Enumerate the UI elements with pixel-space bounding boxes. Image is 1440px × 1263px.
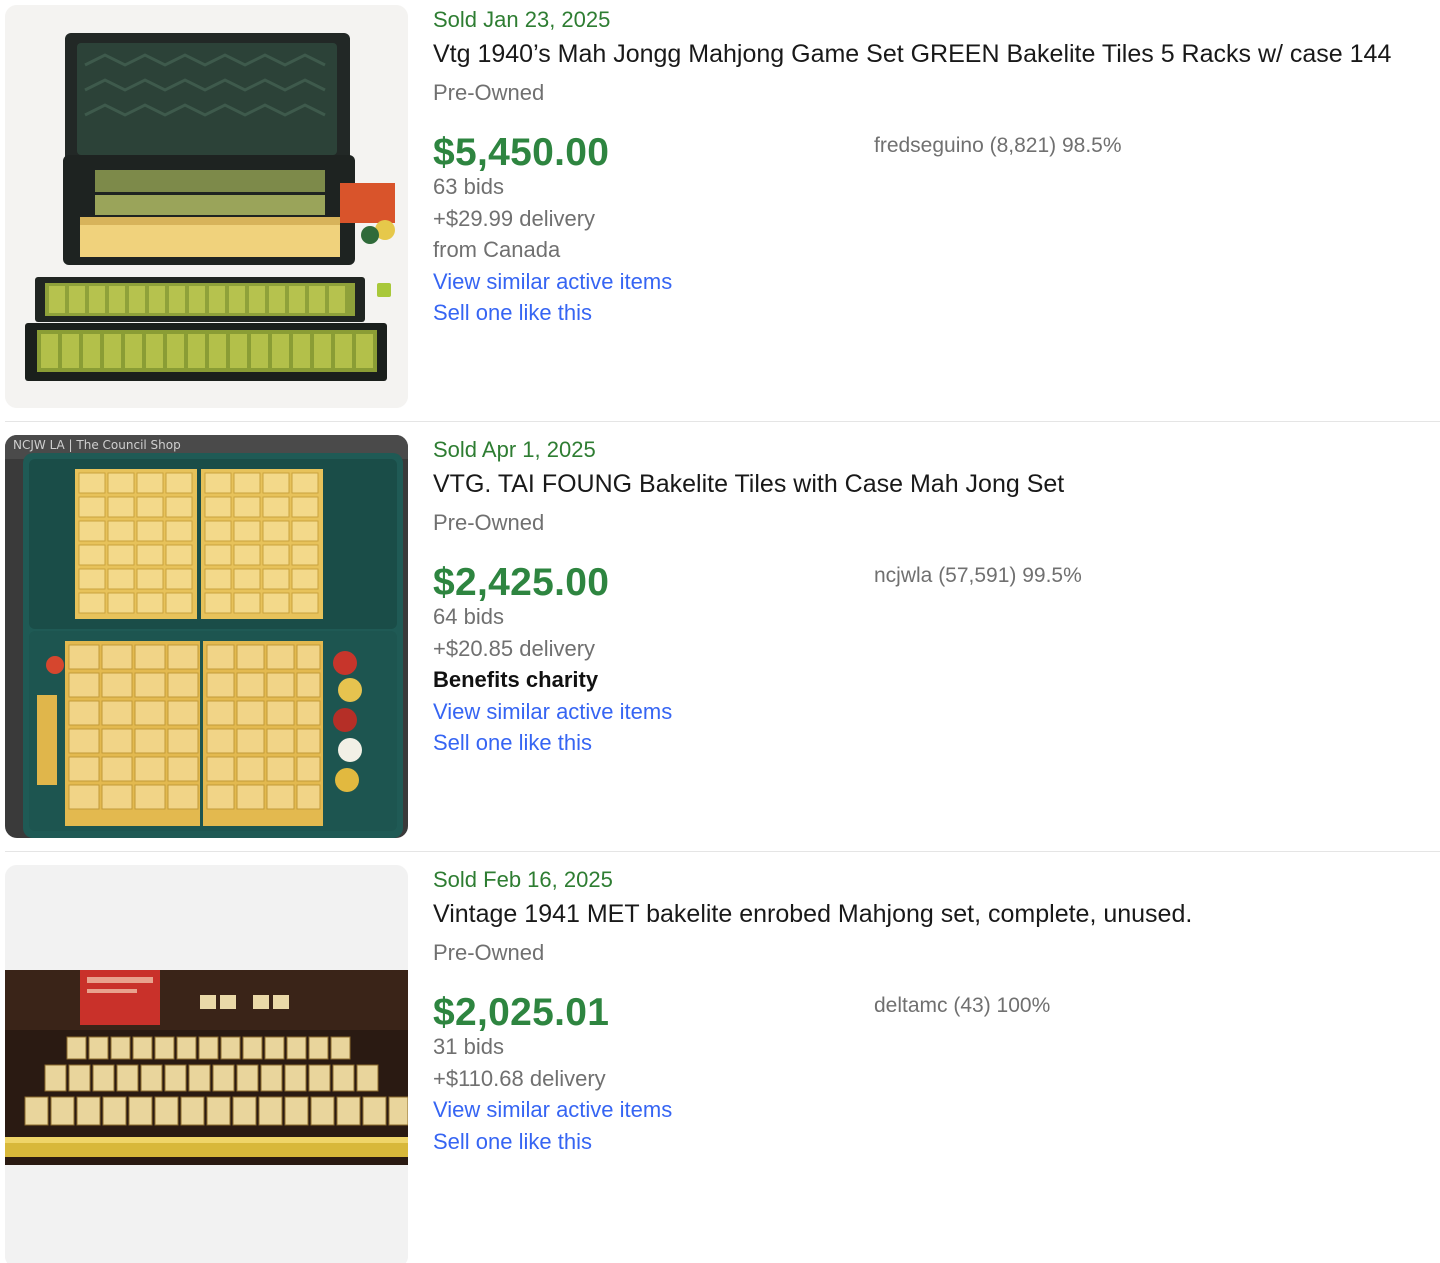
mahjong-green-case-image [5,5,408,408]
view-similar-link[interactable]: View similar active items [433,1094,1440,1126]
view-similar-link[interactable]: View similar active items [433,696,1440,728]
delivery-cost: +$29.99 delivery [433,205,596,231]
divider [5,421,1440,422]
item-title[interactable]: Vintage 1941 MET bakelite enrobed Mahjon… [433,897,1440,931]
sold-price: $2,425.00 [433,561,610,604]
price-row: $2,425.00 ncjwla (57,591) 99.5% [433,559,1440,607]
sold-date: Sold Jan 23, 2025 [433,7,611,32]
sold-date: Sold Apr 1, 2025 [433,437,596,462]
price-row: $2,025.01 deltamc (43) 100% [433,989,1440,1037]
sell-one-link[interactable]: Sell one like this [433,727,1440,759]
sold-price: $5,450.00 [433,131,610,174]
item-title[interactable]: Vtg 1940’s Mah Jongg Mahjong Game Set GR… [433,37,1440,71]
item-condition: Pre-Owned [433,510,545,535]
sell-one-link[interactable]: Sell one like this [433,297,1440,329]
list-item: NCJW LA | The Council Shop Sold Apr 1, 2… [0,430,1440,860]
item-title[interactable]: VTG. TAI FOUNG Bakelite Tiles with Case … [433,467,1440,501]
mahjong-tai-foung-case-image: NCJW LA | The Council Shop [5,435,408,838]
mahjong-met-set-image [5,865,408,1263]
item-condition: Pre-Owned [433,940,545,965]
seller-info: ncjwla (57,591) 99.5% [874,564,1082,587]
price-row: $5,450.00 fredseguino (8,821) 98.5% [433,129,1440,177]
delivery-cost: +$110.68 delivery [433,1065,606,1091]
sell-one-link[interactable]: Sell one like this [433,1126,1440,1158]
image-watermark: NCJW LA | The Council Shop [13,438,181,452]
item-thumbnail[interactable] [5,865,408,1263]
list-item: Sold Feb 16, 2025 Vintage 1941 MET bakel… [0,860,1440,1263]
list-item: Sold Jan 23, 2025 Vtg 1940’s Mah Jongg M… [0,0,1440,430]
item-info: Sold Apr 1, 2025 VTG. TAI FOUNG Bakelite… [433,436,1440,759]
item-condition: Pre-Owned [433,80,545,105]
sold-results-list: Sold Jan 23, 2025 Vtg 1940’s Mah Jongg M… [0,0,1440,1263]
seller-info: fredseguino (8,821) 98.5% [874,134,1122,157]
sold-date: Sold Feb 16, 2025 [433,867,613,892]
view-similar-link[interactable]: View similar active items [433,266,1440,298]
item-thumbnail[interactable]: NCJW LA | The Council Shop [5,435,408,838]
sold-price: $2,025.01 [433,991,610,1034]
charity-badge: Benefits charity [433,667,599,692]
item-location: from Canada [433,237,561,262]
item-info: Sold Jan 23, 2025 Vtg 1940’s Mah Jongg M… [433,6,1440,329]
item-info: Sold Feb 16, 2025 Vintage 1941 MET bakel… [433,866,1440,1157]
delivery-cost: +$20.85 delivery [433,635,596,661]
item-thumbnail[interactable] [5,5,408,408]
seller-info: deltamc (43) 100% [874,994,1051,1017]
divider [5,851,1440,852]
